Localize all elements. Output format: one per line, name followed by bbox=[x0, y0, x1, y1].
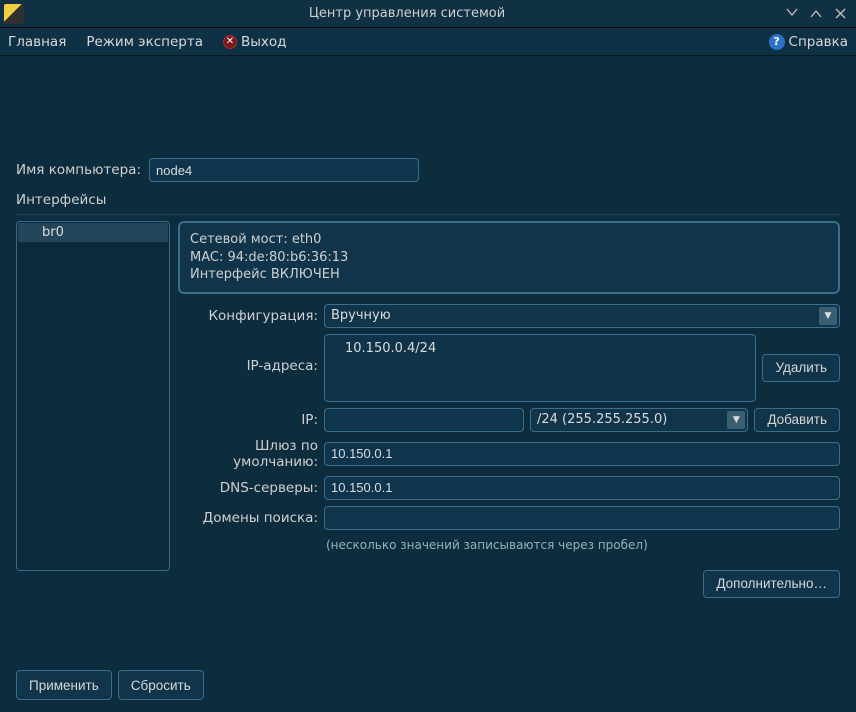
search-domains-label: Домены поиска: bbox=[178, 510, 318, 526]
search-domains-input[interactable] bbox=[324, 506, 840, 530]
info-mac: MAC: 94:de:80:b6:36:13 bbox=[190, 249, 828, 267]
window-title: Центр управления системой bbox=[30, 6, 784, 21]
exit-icon: ✕ bbox=[223, 35, 237, 49]
menu-exit-label: Выход bbox=[241, 34, 287, 50]
info-bridge: Сетевой мост: eth0 bbox=[190, 231, 828, 249]
menu-exit[interactable]: ✕ Выход bbox=[223, 34, 287, 50]
close-button[interactable] bbox=[832, 6, 848, 22]
interface-details: Сетевой мост: eth0 MAC: 94:de:80:b6:36:1… bbox=[178, 221, 840, 644]
config-select-value: Вручную bbox=[331, 308, 391, 323]
ip-label: IP: bbox=[178, 412, 318, 428]
advanced-button[interactable]: Дополнительно… bbox=[703, 570, 840, 598]
interface-info-box: Сетевой мост: eth0 MAC: 94:de:80:b6:36:1… bbox=[178, 221, 840, 294]
menubar: Главная Режим эксперта ✕ Выход ? Справка bbox=[0, 28, 856, 56]
gateway-label: Шлюз по умолчанию: bbox=[178, 438, 318, 470]
hint-text: (несколько значений записываются через п… bbox=[326, 538, 840, 552]
config-select[interactable]: Вручную ▼ bbox=[324, 304, 840, 328]
menu-help[interactable]: ? Справка bbox=[769, 34, 848, 50]
gateway-input[interactable] bbox=[324, 442, 840, 466]
interface-item[interactable]: br0 bbox=[18, 223, 168, 242]
content-area: Имя компьютера: Интерфейсы br0 Сетевой м… bbox=[0, 56, 856, 712]
dropdown-arrow-icon: ▼ bbox=[727, 411, 745, 429]
menu-help-label: Справка bbox=[789, 34, 848, 50]
ips-label: IP-адреса: bbox=[178, 334, 318, 374]
add-ip-button[interactable]: Добавить bbox=[754, 408, 840, 432]
config-label: Конфигурация: bbox=[178, 308, 318, 324]
dropdown-arrow-icon: ▼ bbox=[819, 307, 837, 325]
maximize-button[interactable] bbox=[808, 6, 824, 22]
menu-expert[interactable]: Режим эксперта bbox=[86, 34, 203, 50]
reset-button[interactable]: Сбросить bbox=[118, 670, 204, 700]
hostname-input[interactable] bbox=[149, 158, 419, 182]
window-titlebar: Центр управления системой bbox=[0, 0, 856, 28]
delete-ip-button[interactable]: Удалить bbox=[762, 354, 840, 382]
netmask-select-value: /24 (255.255.255.0) bbox=[537, 412, 667, 427]
menu-main[interactable]: Главная bbox=[8, 34, 66, 50]
interfaces-heading: Интерфейсы bbox=[16, 192, 840, 208]
help-icon: ? bbox=[769, 34, 785, 50]
divider bbox=[16, 214, 840, 215]
dns-label: DNS-серверы: bbox=[178, 480, 318, 496]
info-status: Интерфейс ВКЛЮЧЕН bbox=[190, 266, 828, 284]
ip-input[interactable] bbox=[324, 408, 524, 432]
interface-list[interactable]: br0 bbox=[16, 221, 170, 571]
netmask-select[interactable]: /24 (255.255.255.0) ▼ bbox=[530, 408, 748, 432]
dns-input[interactable] bbox=[324, 476, 840, 500]
apply-button[interactable]: Применить bbox=[16, 670, 112, 700]
hostname-label: Имя компьютера: bbox=[16, 162, 141, 178]
minimize-button[interactable] bbox=[784, 6, 800, 22]
ip-list-item[interactable]: 10.150.0.4/24 bbox=[345, 341, 735, 356]
ip-address-list[interactable]: 10.150.0.4/24 bbox=[324, 334, 756, 402]
app-icon bbox=[4, 4, 24, 24]
